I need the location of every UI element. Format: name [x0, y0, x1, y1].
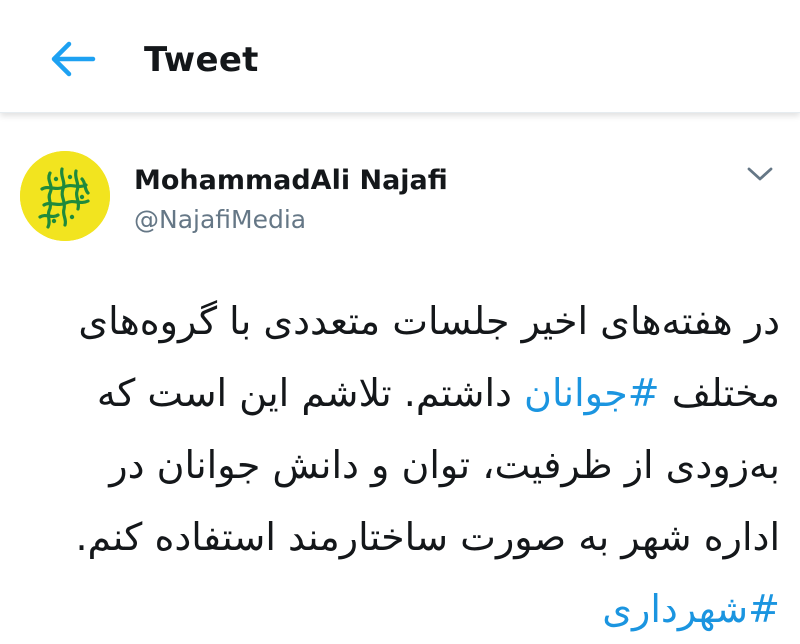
hashtag-link-shahrdari[interactable]: #شهرداری [602, 587, 780, 631]
chevron-down-icon [747, 167, 773, 181]
tweet-text-line-3: به‌زودی از ظرفیت، توان و دانش جوانان در [109, 443, 780, 487]
tweet-detail-screen: Tweet MohammadAli Najafi @NajafiMedia در… [0, 0, 800, 644]
tweet-text-line-4: اداره شهر به صورت ساختارمند استفاده کنم. [75, 515, 780, 559]
tweet-text-line-1: در هفته‌های اخیر جلسات متعددی با گروه‌ها… [78, 299, 780, 343]
arrow-left-icon [51, 41, 96, 77]
tweet-card: MohammadAli Najafi @NajafiMedia در هفته‌… [0, 113, 800, 644]
author-name[interactable]: MohammadAli Najafi [134, 163, 448, 199]
top-app-bar: Tweet [0, 0, 800, 113]
back-button[interactable] [44, 34, 100, 84]
tweet-text-segment: داشتم. تلاشم این است که [96, 371, 512, 415]
calligraphy-logo-icon [20, 151, 110, 241]
hashtag-link-javanan[interactable]: #جوانان [524, 371, 660, 415]
tweet-text-line-2: مختلف #جوانان داشتم. تلاشم این است که [40, 357, 780, 429]
avatar[interactable] [20, 151, 110, 241]
author-handle[interactable]: @NajafiMedia [134, 203, 306, 237]
tweet-menu-button[interactable] [742, 159, 778, 189]
tweet-text-segment: مختلف [671, 371, 780, 415]
page-title: Tweet [144, 40, 259, 80]
tweet-body: در هفته‌های اخیر جلسات متعددی با گروه‌ها… [40, 285, 780, 644]
tweet-text-line-5: #شهرداری [40, 573, 780, 644]
